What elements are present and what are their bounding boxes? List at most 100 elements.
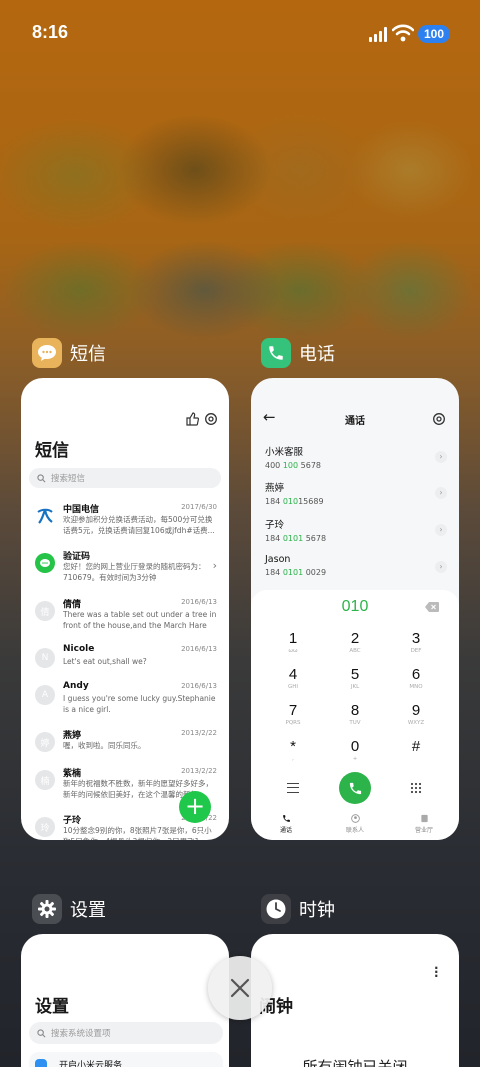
search-input[interactable]: 搜索系统设置项 bbox=[29, 1022, 223, 1044]
contact-name: Jason bbox=[265, 554, 291, 565]
recent-card-phone[interactable]: ← 通话 小米客服 400 100 5678 › 燕婷 184 01015689… bbox=[251, 378, 459, 840]
contact-number: 184 01015689 bbox=[265, 497, 324, 506]
chevron-right-icon[interactable]: › bbox=[435, 561, 447, 573]
message-preview: 欢迎参加积分兑换话费活动，每500分可兑换话费5元，兑换话费请回复106或jfd… bbox=[63, 515, 215, 535]
chevron-right-icon[interactable]: › bbox=[435, 487, 447, 499]
dialpad-grid-icon[interactable] bbox=[410, 782, 422, 794]
sender-name: Nicole bbox=[63, 644, 95, 654]
contact-name: 燕婷 bbox=[265, 483, 285, 494]
dial-key-6[interactable]: 6 MNO bbox=[391, 666, 441, 690]
tab-service-hall[interactable]: 营业厅 bbox=[404, 814, 444, 834]
settings-gear-icon[interactable] bbox=[204, 412, 218, 426]
contact-row[interactable]: Jason 184 0101 0029 › bbox=[265, 554, 447, 584]
message-date: 2017/6/30 bbox=[181, 503, 217, 511]
battery-indicator: 100 bbox=[418, 25, 451, 43]
cloud-icon bbox=[35, 1059, 47, 1067]
avatar: 婷 bbox=[35, 732, 55, 752]
page-title: 设置 bbox=[35, 997, 69, 1017]
contact-row[interactable]: 子玲 184 0101 5678 › bbox=[265, 517, 447, 547]
tab-contacts[interactable]: 联系人 bbox=[335, 814, 375, 834]
chat-bubble-icon bbox=[35, 553, 55, 573]
signal-icon bbox=[369, 26, 391, 42]
avatar: 倩 bbox=[35, 601, 55, 621]
contact-number: 400 100 5678 bbox=[265, 461, 321, 470]
clock-app-icon bbox=[261, 894, 291, 924]
tab-calls[interactable]: 通话 bbox=[266, 814, 306, 834]
contact-name: 子玲 bbox=[265, 520, 285, 531]
app-header-clock[interactable]: 时钟 bbox=[261, 894, 335, 924]
status-bar: 8:16 100 bbox=[0, 0, 480, 66]
message-preview: Let's eat out,shall we? bbox=[63, 657, 147, 666]
dial-key-star[interactable]: *, bbox=[268, 738, 318, 762]
clear-all-button[interactable] bbox=[208, 956, 272, 1020]
phone-app-icon bbox=[261, 338, 291, 368]
contact-name: 小米客服 bbox=[265, 447, 304, 458]
contact-row[interactable]: 小米客服 400 100 5678 › bbox=[265, 444, 447, 474]
message-date: 2016/6/13 bbox=[181, 682, 217, 690]
message-date: 2016/6/13 bbox=[181, 645, 217, 653]
search-placeholder: 搜索系统设置项 bbox=[51, 1029, 111, 1039]
dial-key-5[interactable]: 5 JKL bbox=[330, 666, 380, 690]
backspace-icon[interactable] bbox=[425, 602, 439, 612]
tab-label: 通话 bbox=[279, 827, 292, 834]
phone-icon bbox=[349, 782, 361, 794]
more-options-icon[interactable]: · · · bbox=[434, 962, 439, 982]
sms-app-icon bbox=[32, 338, 62, 368]
settings-gear-icon[interactable] bbox=[432, 412, 446, 426]
plus-icon: + bbox=[184, 792, 206, 820]
message-date: 2013/2/22 bbox=[181, 767, 217, 775]
dial-key-2[interactable]: 2 ABC bbox=[330, 630, 380, 654]
contact-number: 184 0101 0029 bbox=[265, 568, 327, 577]
search-icon bbox=[37, 473, 46, 482]
app-header-phone[interactable]: 电话 bbox=[261, 338, 335, 368]
dial-key-4[interactable]: 4 GHI bbox=[268, 666, 318, 690]
chevron-right-icon[interactable]: › bbox=[435, 524, 447, 536]
menu-icon[interactable] bbox=[287, 783, 299, 793]
search-icon bbox=[37, 1028, 46, 1037]
thumb-icon[interactable] bbox=[185, 412, 199, 426]
new-message-button[interactable]: + bbox=[179, 791, 211, 823]
avatar: N bbox=[35, 648, 55, 668]
page-title: 短信 bbox=[35, 441, 69, 461]
recent-card-settings[interactable]: 设置 搜索系统设置项 开启小米云服务 bbox=[21, 934, 229, 1067]
settings-item[interactable]: 开启小米云服务 bbox=[29, 1052, 223, 1067]
dial-key-7[interactable]: 7 PQRS bbox=[268, 702, 318, 726]
contact-row[interactable]: 燕婷 184 01015689 › bbox=[265, 480, 447, 510]
dial-key-hash[interactable]: # bbox=[391, 738, 441, 756]
china-telecom-logo bbox=[35, 506, 55, 526]
contact-number: 184 0101 5678 bbox=[265, 534, 327, 543]
app-name-sms: 短信 bbox=[70, 344, 106, 365]
settings-item-label: 开启小米云服务 bbox=[59, 1061, 123, 1067]
app-name-clock: 时钟 bbox=[299, 900, 335, 921]
message-preview: 10分整念9别的你，8张照片7张是你，6只小狗5只象你，4根骨头3根归你，2只眉… bbox=[63, 826, 212, 840]
dial-key-9[interactable]: 9 WXYZ bbox=[391, 702, 441, 726]
search-input[interactable]: 搜索短信 bbox=[29, 468, 221, 488]
dial-key-0[interactable]: 0 + bbox=[330, 738, 380, 762]
app-header-settings[interactable]: 设置 bbox=[32, 894, 106, 924]
status-time: 8:16 bbox=[32, 22, 69, 42]
dialpad-panel: 010 1 ωω 2 ABC 3 DEF 4 GHI 5 JKL 6 MNO 7 PQRS 8… bbox=[251, 590, 459, 840]
recent-card-sms[interactable]: 短信 搜索短信 中国电信 2017/6/30 欢迎参加积分兑换话费活动，每500… bbox=[21, 378, 229, 840]
message-preview: I guess you're some lucky guy.Stephanie … bbox=[63, 694, 216, 714]
dial-key-3[interactable]: 3 DEF bbox=[391, 630, 441, 654]
app-name-phone: 电话 bbox=[299, 344, 335, 365]
avatar: A bbox=[35, 685, 55, 705]
recent-card-clock[interactable]: · · · 闹钟 所有闹钟已关闭 bbox=[251, 934, 459, 1067]
phone-icon bbox=[282, 815, 290, 822]
app-header-sms[interactable]: 短信 bbox=[32, 338, 106, 368]
dial-key-8[interactable]: 8 TUV bbox=[330, 702, 380, 726]
sender-name: Andy bbox=[63, 681, 89, 691]
call-button[interactable] bbox=[339, 772, 371, 804]
wifi-icon bbox=[392, 24, 414, 42]
avatar: 楠 bbox=[35, 770, 55, 790]
chevron-right-icon[interactable]: › bbox=[435, 451, 447, 463]
page-title: 通话 bbox=[345, 416, 365, 427]
message-preview: 喔，收到啦。同乐同乐。 bbox=[63, 741, 146, 750]
tab-label: 联系人 bbox=[345, 827, 364, 834]
settings-app-icon bbox=[32, 894, 62, 924]
message-preview: There was a table set out under a tree i… bbox=[63, 610, 217, 630]
store-icon bbox=[420, 814, 428, 823]
dial-key-1[interactable]: 1 ωω bbox=[268, 630, 318, 654]
close-icon bbox=[230, 978, 250, 998]
message-preview: 您好！您的网上营业厅登录的随机密码为：710679。有效时间为3分钟 bbox=[63, 562, 206, 582]
